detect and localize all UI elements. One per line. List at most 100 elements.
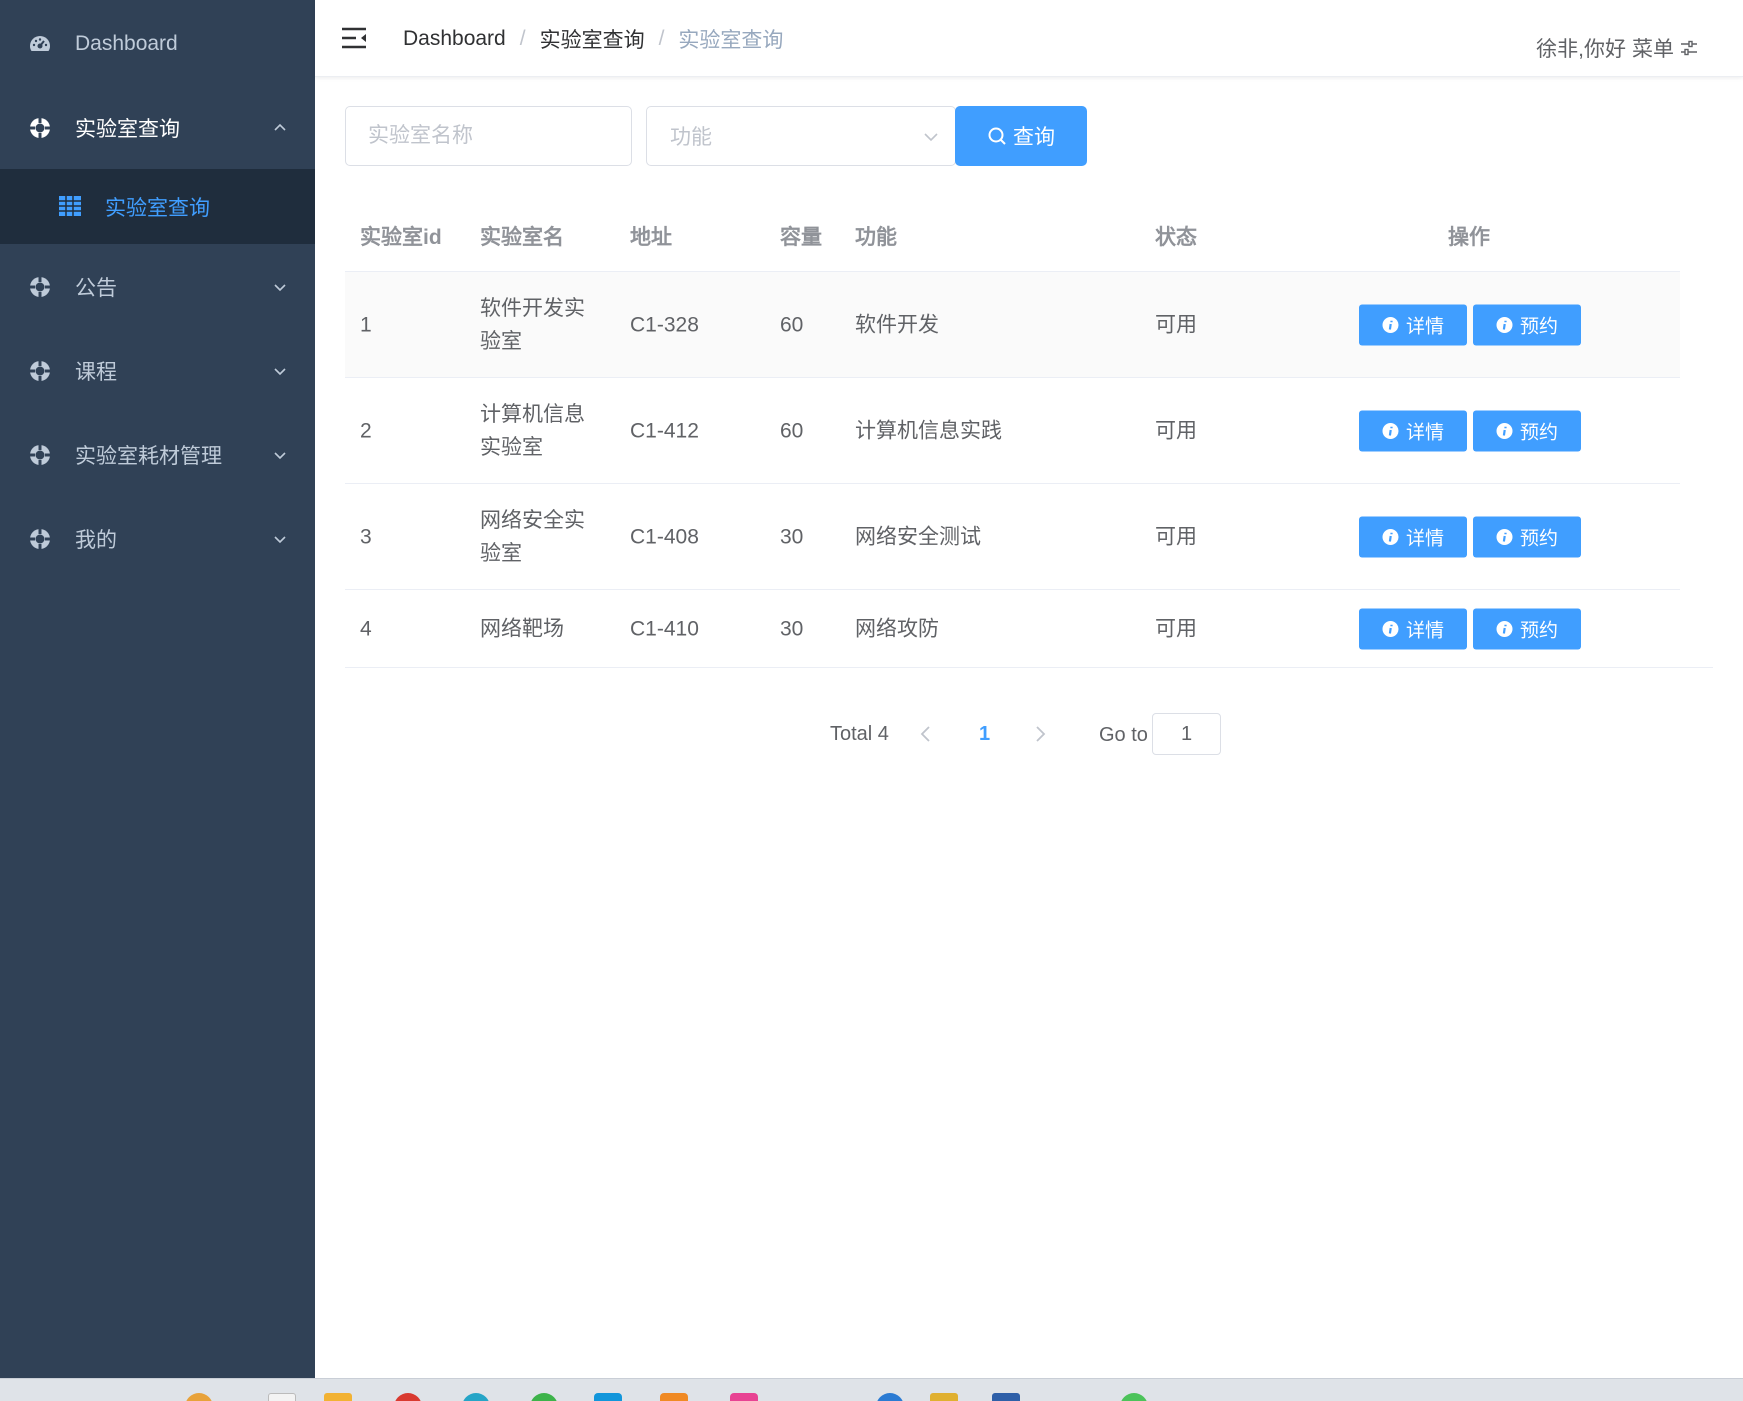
info-icon — [1382, 422, 1399, 439]
sidebar-item-label: 实验室查询 — [75, 118, 180, 141]
cell-status: 可用 — [1155, 525, 1197, 548]
taskbar-app-icon[interactable] — [324, 1393, 352, 1401]
taskbar-app-icon[interactable] — [730, 1393, 758, 1401]
info-icon — [1496, 620, 1513, 637]
cell-capacity: 60 — [780, 313, 804, 336]
cell-name: 网络靶场 — [480, 617, 564, 640]
taskbar-app-icon[interactable] — [660, 1393, 688, 1401]
info-icon — [1382, 528, 1399, 545]
cell-id: 3 — [360, 525, 372, 548]
info-icon — [1382, 316, 1399, 333]
pagination-total: Total 4 — [830, 723, 889, 745]
taskbar-app-icon[interactable] — [530, 1393, 558, 1401]
sidebar-item-dashboard[interactable]: Dashboard — [0, 2, 315, 86]
sidebar-item-label: 课程 — [75, 361, 117, 384]
lifebuoy-icon — [30, 361, 50, 381]
column-header-capacity: 容量 — [780, 225, 822, 249]
breadcrumb-separator: / — [519, 27, 526, 50]
taskbar-app-icon[interactable] — [930, 1393, 958, 1401]
column-header-name: 实验室名 — [480, 225, 564, 249]
sidebar-item-label: Dashboard — [75, 32, 178, 55]
lab-name-search-input[interactable] — [345, 106, 632, 166]
search-button-label: 查询 — [1013, 126, 1055, 149]
sliders-icon — [1681, 40, 1697, 56]
detail-button[interactable]: 详情 — [1359, 410, 1467, 451]
cell-address: C1-412 — [630, 419, 699, 442]
chevron-left-icon[interactable] — [918, 725, 934, 743]
reserve-button-label: 预约 — [1519, 422, 1558, 443]
taskbar-app-icon[interactable] — [185, 1393, 213, 1401]
cell-status: 可用 — [1155, 617, 1197, 640]
detail-button-label: 详情 — [1405, 422, 1444, 443]
detail-button[interactable]: 详情 — [1359, 516, 1467, 557]
sidebar-item-lab-supplies[interactable]: 实验室耗材管理 — [0, 413, 315, 497]
cell-id: 1 — [360, 313, 372, 336]
taskbar-app-icon[interactable] — [594, 1393, 622, 1401]
function-select[interactable]: 功能 — [646, 106, 956, 166]
cell-status: 可用 — [1155, 419, 1197, 442]
cell-capacity: 60 — [780, 419, 804, 442]
function-select-placeholder: 功能 — [670, 126, 712, 149]
chevron-right-icon[interactable] — [1032, 725, 1048, 743]
pagination-page-current[interactable]: 1 — [979, 723, 990, 746]
detail-button[interactable]: 详情 — [1359, 304, 1467, 345]
cell-id: 2 — [360, 419, 372, 442]
table-row: 3 网络安全实验室 C1-408 30 网络安全测试 可用 详情 预约 — [345, 484, 1680, 590]
chevron-down-icon — [274, 536, 286, 544]
detail-button-label: 详情 — [1405, 620, 1444, 641]
cell-function: 计算机信息实践 — [855, 419, 1002, 442]
app-root: Dashboard 实验室查询 实验室查询 公告 课程 实验室耗材管理 我的 D… — [0, 0, 1743, 1401]
detail-button-label: 详情 — [1405, 316, 1444, 337]
cell-address: C1-410 — [630, 617, 699, 640]
search-icon — [988, 127, 1006, 145]
breadcrumb-separator: / — [658, 27, 665, 50]
cell-name: 网络安全实验室 — [480, 508, 585, 565]
search-button[interactable]: 查询 — [955, 106, 1087, 166]
reserve-button[interactable]: 预约 — [1473, 516, 1581, 557]
dashboard-icon — [30, 36, 50, 51]
breadcrumb-item-dashboard[interactable]: Dashboard — [403, 27, 506, 51]
sidebar-item-label: 公告 — [75, 277, 117, 300]
hamburger-icon[interactable] — [340, 25, 368, 51]
detail-button[interactable]: 详情 — [1359, 608, 1467, 649]
reserve-button-label: 预约 — [1519, 620, 1558, 641]
navbar: Dashboard / 实验室查询 / 实验室查询 徐非,你好 菜单 — [315, 0, 1743, 77]
sidebar-item-course[interactable]: 课程 — [0, 329, 315, 413]
lifebuoy-icon — [30, 118, 50, 138]
sidebar-item-announcement[interactable]: 公告 — [0, 245, 315, 329]
sidebar-item-mine[interactable]: 我的 — [0, 497, 315, 581]
sidebar: Dashboard 实验室查询 实验室查询 公告 课程 实验室耗材管理 我的 — [0, 0, 315, 1378]
cell-capacity: 30 — [780, 617, 804, 640]
pagination-goto-label: Go to — [1099, 724, 1148, 746]
cell-name: 软件开发实验室 — [480, 296, 585, 353]
taskbar-app-icon[interactable] — [268, 1393, 296, 1401]
cell-name: 计算机信息实验室 — [480, 402, 585, 459]
taskbar-app-icon[interactable] — [1120, 1393, 1148, 1401]
user-menu-dropdown[interactable]: 菜单 — [1632, 33, 1698, 63]
taskbar-app-icon[interactable] — [462, 1393, 490, 1401]
reserve-button[interactable]: 预约 — [1473, 410, 1581, 451]
chevron-up-icon — [274, 123, 286, 131]
breadcrumb-item-lab-query[interactable]: 实验室查询 — [540, 24, 645, 54]
taskbar-app-icon[interactable] — [992, 1393, 1020, 1401]
lifebuoy-icon — [30, 529, 50, 549]
table-icon — [59, 196, 81, 216]
chevron-down-icon — [274, 452, 286, 460]
reserve-button[interactable]: 预约 — [1473, 304, 1581, 345]
submenu-item-lab-query[interactable]: 实验室查询 — [0, 169, 315, 244]
user-menu-label: 菜单 — [1632, 38, 1674, 61]
sidebar-item-lab-query[interactable]: 实验室查询 — [0, 86, 315, 170]
cell-id: 4 — [360, 617, 372, 640]
reserve-button[interactable]: 预约 — [1473, 608, 1581, 649]
pagination-goto-input[interactable] — [1152, 713, 1221, 755]
user-area: 徐非,你好 菜单 — [1536, 33, 1698, 63]
chevron-down-icon — [924, 133, 938, 142]
taskbar-app-icon[interactable] — [876, 1393, 904, 1401]
reserve-button-label: 预约 — [1519, 528, 1558, 549]
detail-button-label: 详情 — [1405, 528, 1444, 549]
submenu-item-label: 实验室查询 — [105, 196, 210, 220]
taskbar-app-icon[interactable] — [394, 1393, 422, 1401]
table-row: 4 网络靶场 C1-410 30 网络攻防 可用 详情 预约 — [345, 590, 1713, 668]
user-greeting: 徐非,你好 — [1536, 38, 1626, 61]
column-header-function: 功能 — [855, 225, 897, 249]
